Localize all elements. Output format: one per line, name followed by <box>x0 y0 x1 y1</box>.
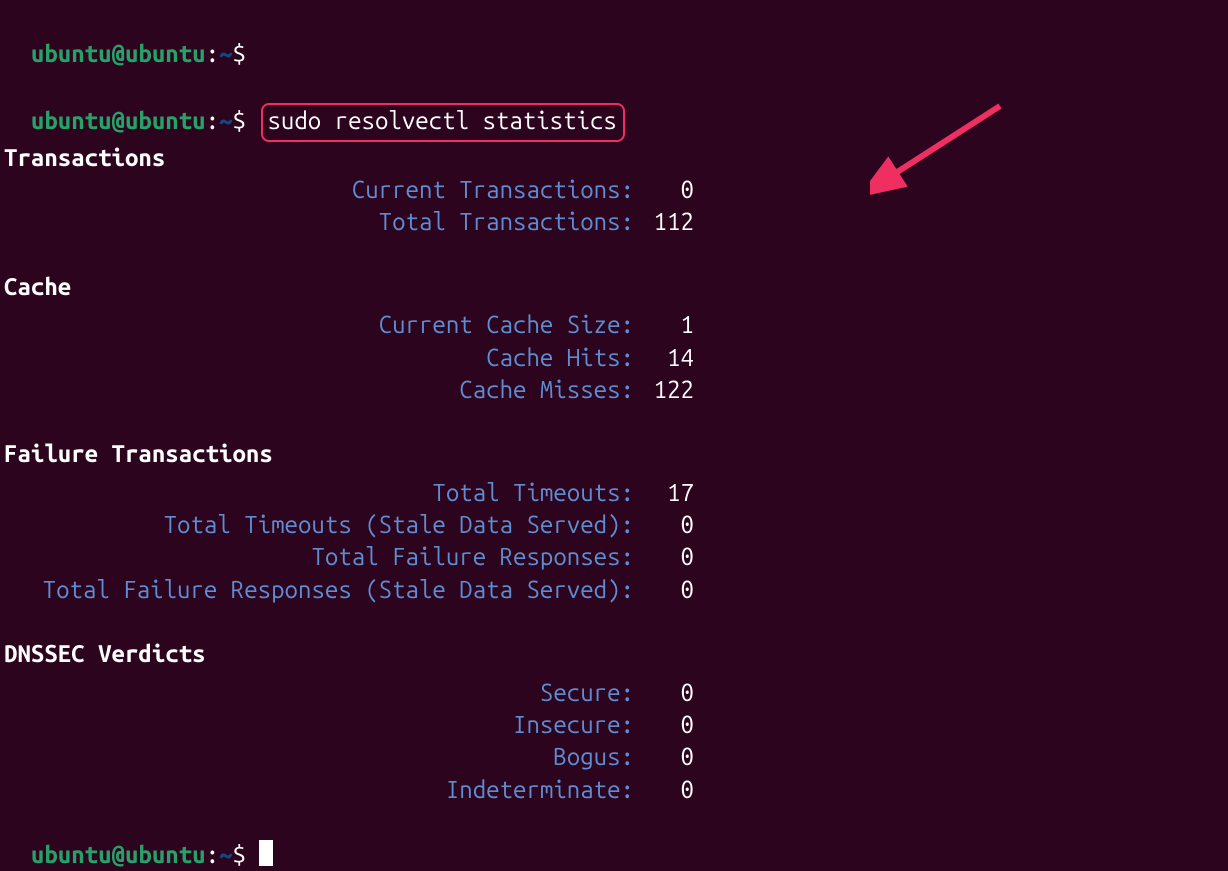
prompt-user: ubuntu@ubuntu <box>31 841 206 868</box>
stat-row: Bogus:0 <box>4 741 1224 773</box>
section-cache-title: Cache <box>4 271 1224 303</box>
stat-value: 0 <box>634 574 694 606</box>
prompt-dollar: $ <box>233 40 246 67</box>
prompt-line-1: ubuntu@ubuntu:~$ <box>4 6 1224 71</box>
stat-value: 122 <box>634 374 694 406</box>
stat-label: Current Cache Size: <box>4 309 634 341</box>
stat-value: 0 <box>634 741 694 773</box>
section-dnssec-title: DNSSEC Verdicts <box>4 638 1224 670</box>
stat-row: Total Transactions:112 <box>4 206 1224 238</box>
stat-row: Indeterminate:0 <box>4 774 1224 806</box>
stat-value: 0 <box>634 509 694 541</box>
stat-value: 17 <box>634 477 694 509</box>
stat-label: Total Failure Responses: <box>4 541 634 573</box>
prompt-tilde: ~ <box>219 841 232 868</box>
stat-label: Cache Misses: <box>4 374 634 406</box>
stat-value: 0 <box>634 709 694 741</box>
prompt-tilde: ~ <box>219 107 232 134</box>
stat-value: 0 <box>634 677 694 709</box>
stat-row: Total Failure Responses (Stale Data Serv… <box>4 574 1224 606</box>
prompt-tilde: ~ <box>219 40 232 67</box>
stat-label: Cache Hits: <box>4 342 634 374</box>
stat-row: Cache Misses:122 <box>4 374 1224 406</box>
stat-value: 0 <box>634 774 694 806</box>
stat-row: Insecure:0 <box>4 709 1224 741</box>
stat-value: 0 <box>634 541 694 573</box>
stat-value: 112 <box>634 206 694 238</box>
prompt-dollar: $ <box>233 107 246 134</box>
stat-value: 0 <box>634 174 694 206</box>
stat-row: Total Timeouts:17 <box>4 477 1224 509</box>
prompt-dollar: $ <box>233 841 246 868</box>
prompt-line-3[interactable]: ubuntu@ubuntu:~$ <box>4 806 1224 871</box>
prompt-user: ubuntu@ubuntu <box>31 40 206 67</box>
stat-row: Total Timeouts (Stale Data Served):0 <box>4 509 1224 541</box>
command-highlight-box: sudo resolvectl statistics <box>261 103 624 141</box>
cursor-icon <box>259 840 273 866</box>
stat-row: Secure:0 <box>4 677 1224 709</box>
stat-label: Insecure: <box>4 709 634 741</box>
stat-value: 14 <box>634 342 694 374</box>
stat-row: Current Cache Size:1 <box>4 309 1224 341</box>
stat-label: Secure: <box>4 677 634 709</box>
prompt-sep: : <box>206 40 219 67</box>
stat-label: Indeterminate: <box>4 774 634 806</box>
stat-row: Cache Hits:14 <box>4 342 1224 374</box>
prompt-sep: : <box>206 107 219 134</box>
stat-label: Current Transactions: <box>4 174 634 206</box>
stat-label: Total Timeouts (Stale Data Served): <box>4 509 634 541</box>
prompt-line-2: ubuntu@ubuntu:~$ sudo resolvectl statist… <box>4 71 1224 142</box>
stat-value: 1 <box>634 309 694 341</box>
command-text: sudo resolvectl statistics <box>267 107 616 134</box>
section-transactions-title: Transactions <box>4 142 1224 174</box>
prompt-sep: : <box>206 841 219 868</box>
stat-label: Total Failure Responses (Stale Data Serv… <box>4 574 634 606</box>
stat-label: Total Timeouts: <box>4 477 634 509</box>
stat-label: Total Transactions: <box>4 206 634 238</box>
stat-label: Bogus: <box>4 741 634 773</box>
prompt-user: ubuntu@ubuntu <box>31 107 206 134</box>
stat-row: Current Transactions:0 <box>4 174 1224 206</box>
stat-row: Total Failure Responses:0 <box>4 541 1224 573</box>
section-failure-title: Failure Transactions <box>4 438 1224 470</box>
